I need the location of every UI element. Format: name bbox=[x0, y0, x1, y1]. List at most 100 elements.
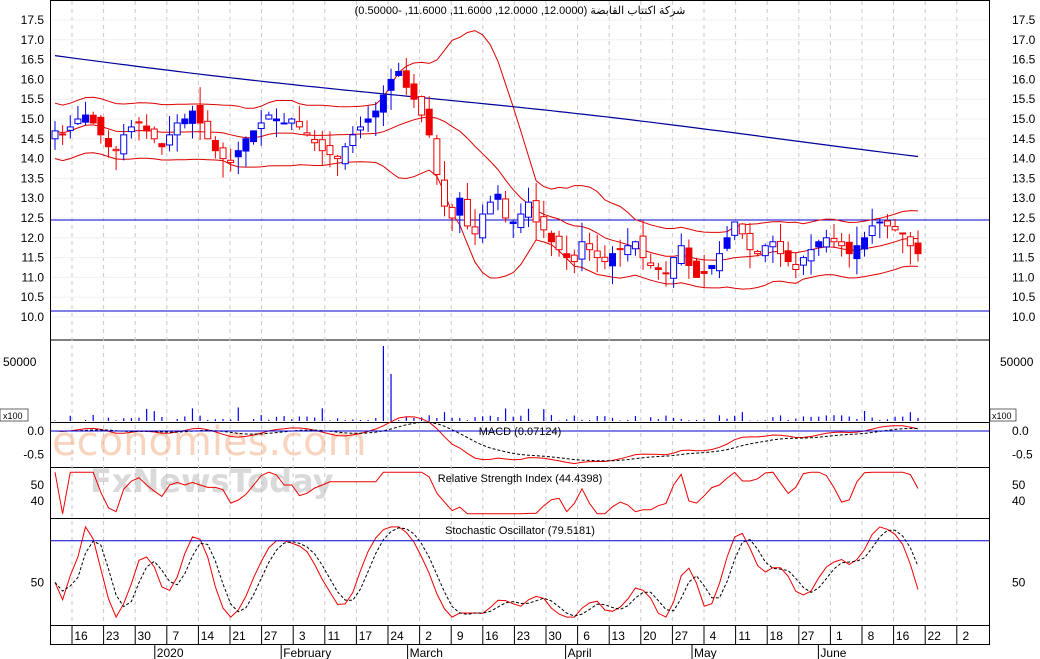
candle-body bbox=[914, 242, 922, 255]
candle-body bbox=[486, 201, 494, 215]
candle-body bbox=[257, 122, 265, 130]
candle-body bbox=[899, 232, 907, 235]
price-tick-right: 13.5 bbox=[1012, 171, 1036, 185]
price-tick-right: 16.5 bbox=[1012, 53, 1036, 67]
candle-body bbox=[280, 122, 288, 125]
candle-body bbox=[547, 232, 555, 243]
candle-body bbox=[82, 114, 90, 123]
candle-body bbox=[685, 247, 693, 267]
x-tick-label: 9 bbox=[457, 629, 464, 643]
candle-body bbox=[334, 155, 342, 160]
rsi-tick-left: 50 bbox=[31, 478, 45, 492]
candle-body bbox=[341, 146, 349, 165]
candle-body bbox=[616, 248, 624, 251]
candle-body bbox=[624, 245, 632, 256]
rsi-tick-right: 50 bbox=[1012, 478, 1026, 492]
candle-body bbox=[647, 262, 655, 267]
x-tick-label: 21 bbox=[232, 629, 246, 643]
stoch-title: Stochastic Oscillator (79.5181) bbox=[445, 525, 595, 537]
x-tick-label: 30 bbox=[138, 629, 152, 643]
price-tick-right: 11.5 bbox=[1012, 251, 1035, 265]
price-tick-right: 15.5 bbox=[1012, 92, 1036, 106]
macd-tick-left: -0.5 bbox=[23, 447, 44, 461]
x-tick-label: 14 bbox=[201, 629, 215, 643]
candle-body bbox=[822, 237, 830, 248]
price-tick-left: 14.5 bbox=[21, 132, 45, 146]
candle-body bbox=[120, 134, 128, 155]
x-tick-label: 6 bbox=[583, 629, 590, 643]
candle-body bbox=[204, 120, 212, 140]
price-tick-right: 15.0 bbox=[1012, 112, 1036, 126]
candle-body bbox=[395, 70, 403, 76]
candle-body bbox=[708, 265, 716, 270]
price-tick-left: 15.0 bbox=[21, 112, 45, 126]
price-tick-left: 12.5 bbox=[21, 211, 45, 225]
candle-body bbox=[784, 250, 792, 263]
candle-body bbox=[639, 235, 647, 259]
x-tick-label: 30 bbox=[548, 629, 562, 643]
candle-body bbox=[754, 250, 762, 255]
candle-body bbox=[815, 241, 823, 248]
candle-body bbox=[74, 118, 82, 125]
candle-body bbox=[525, 201, 533, 218]
candle-body bbox=[127, 126, 135, 133]
x-tick-label: 27 bbox=[264, 629, 278, 643]
moving-average bbox=[54, 55, 919, 158]
candle-body bbox=[586, 243, 594, 251]
candle-body bbox=[471, 226, 479, 235]
candle-body bbox=[418, 96, 426, 116]
price-tick-right: 11.0 bbox=[1012, 270, 1035, 284]
price-tick-left: 14.0 bbox=[21, 152, 45, 166]
candle-body bbox=[59, 133, 67, 136]
stoch-tick-right: 50 bbox=[1012, 575, 1026, 589]
candle-body bbox=[188, 110, 196, 124]
candle-body bbox=[838, 241, 846, 247]
candle-body bbox=[761, 245, 769, 257]
x-tick-label: 13 bbox=[612, 629, 626, 643]
candle-body bbox=[563, 253, 571, 259]
volume-tick-left: 50000 bbox=[3, 355, 37, 369]
chart-canvas: economies.com FxNewsToday شركة اكتتاب ال… bbox=[0, 0, 1036, 659]
price-tick-left: 16.0 bbox=[21, 72, 45, 86]
candle-body bbox=[150, 128, 158, 140]
price-tick-left: 10.5 bbox=[21, 290, 45, 304]
candle-body bbox=[693, 260, 701, 278]
candle-body bbox=[211, 139, 219, 152]
month-label: February bbox=[283, 646, 331, 659]
price-tick-left: 13.5 bbox=[21, 171, 45, 185]
candle-body bbox=[288, 118, 296, 124]
candle-body bbox=[448, 206, 456, 219]
x-axis-labels: 16 23 30 7 14 21 27 3 11 17 24 2 9 16 23 30 6 13 20 27 4 11 18… bbox=[71, 626, 969, 659]
candle-body bbox=[234, 150, 242, 158]
x-tick-label: 16 bbox=[896, 629, 910, 643]
candle-body bbox=[540, 216, 548, 231]
volume-tick-right: 50000 bbox=[1000, 355, 1034, 369]
candle-body bbox=[440, 179, 448, 207]
candle-body bbox=[494, 193, 502, 200]
candle-body bbox=[731, 221, 739, 236]
x-tick-label: 24 bbox=[390, 629, 404, 643]
candle-body bbox=[265, 114, 273, 120]
price-tick-left: 13.0 bbox=[21, 191, 45, 205]
candle-body bbox=[173, 122, 181, 136]
candle-body bbox=[425, 108, 433, 136]
x-tick-label: 23 bbox=[106, 629, 120, 643]
price-tick-right: 10.5 bbox=[1012, 290, 1036, 304]
price-tick-left: 11.0 bbox=[22, 270, 45, 284]
candle-body bbox=[433, 138, 441, 175]
candle-body bbox=[402, 70, 410, 88]
price-title: شركة اكتتاب القابضة (12.0000, 12.0000, 1… bbox=[355, 5, 686, 17]
candle-body bbox=[410, 83, 418, 100]
candle-body bbox=[303, 132, 311, 136]
candle-body bbox=[112, 148, 120, 152]
candle-body bbox=[166, 134, 174, 146]
candle-body bbox=[181, 118, 189, 125]
candle-body bbox=[876, 221, 884, 224]
price-tick-right: 16.0 bbox=[1012, 72, 1036, 86]
candle-body bbox=[502, 198, 510, 219]
price-tick-left: 16.5 bbox=[21, 53, 45, 67]
candle-body bbox=[677, 245, 685, 264]
rsi-title: Relative Strength Index (44.4398) bbox=[438, 473, 603, 485]
candle-body bbox=[272, 118, 280, 122]
bollinger-middle bbox=[54, 116, 919, 261]
